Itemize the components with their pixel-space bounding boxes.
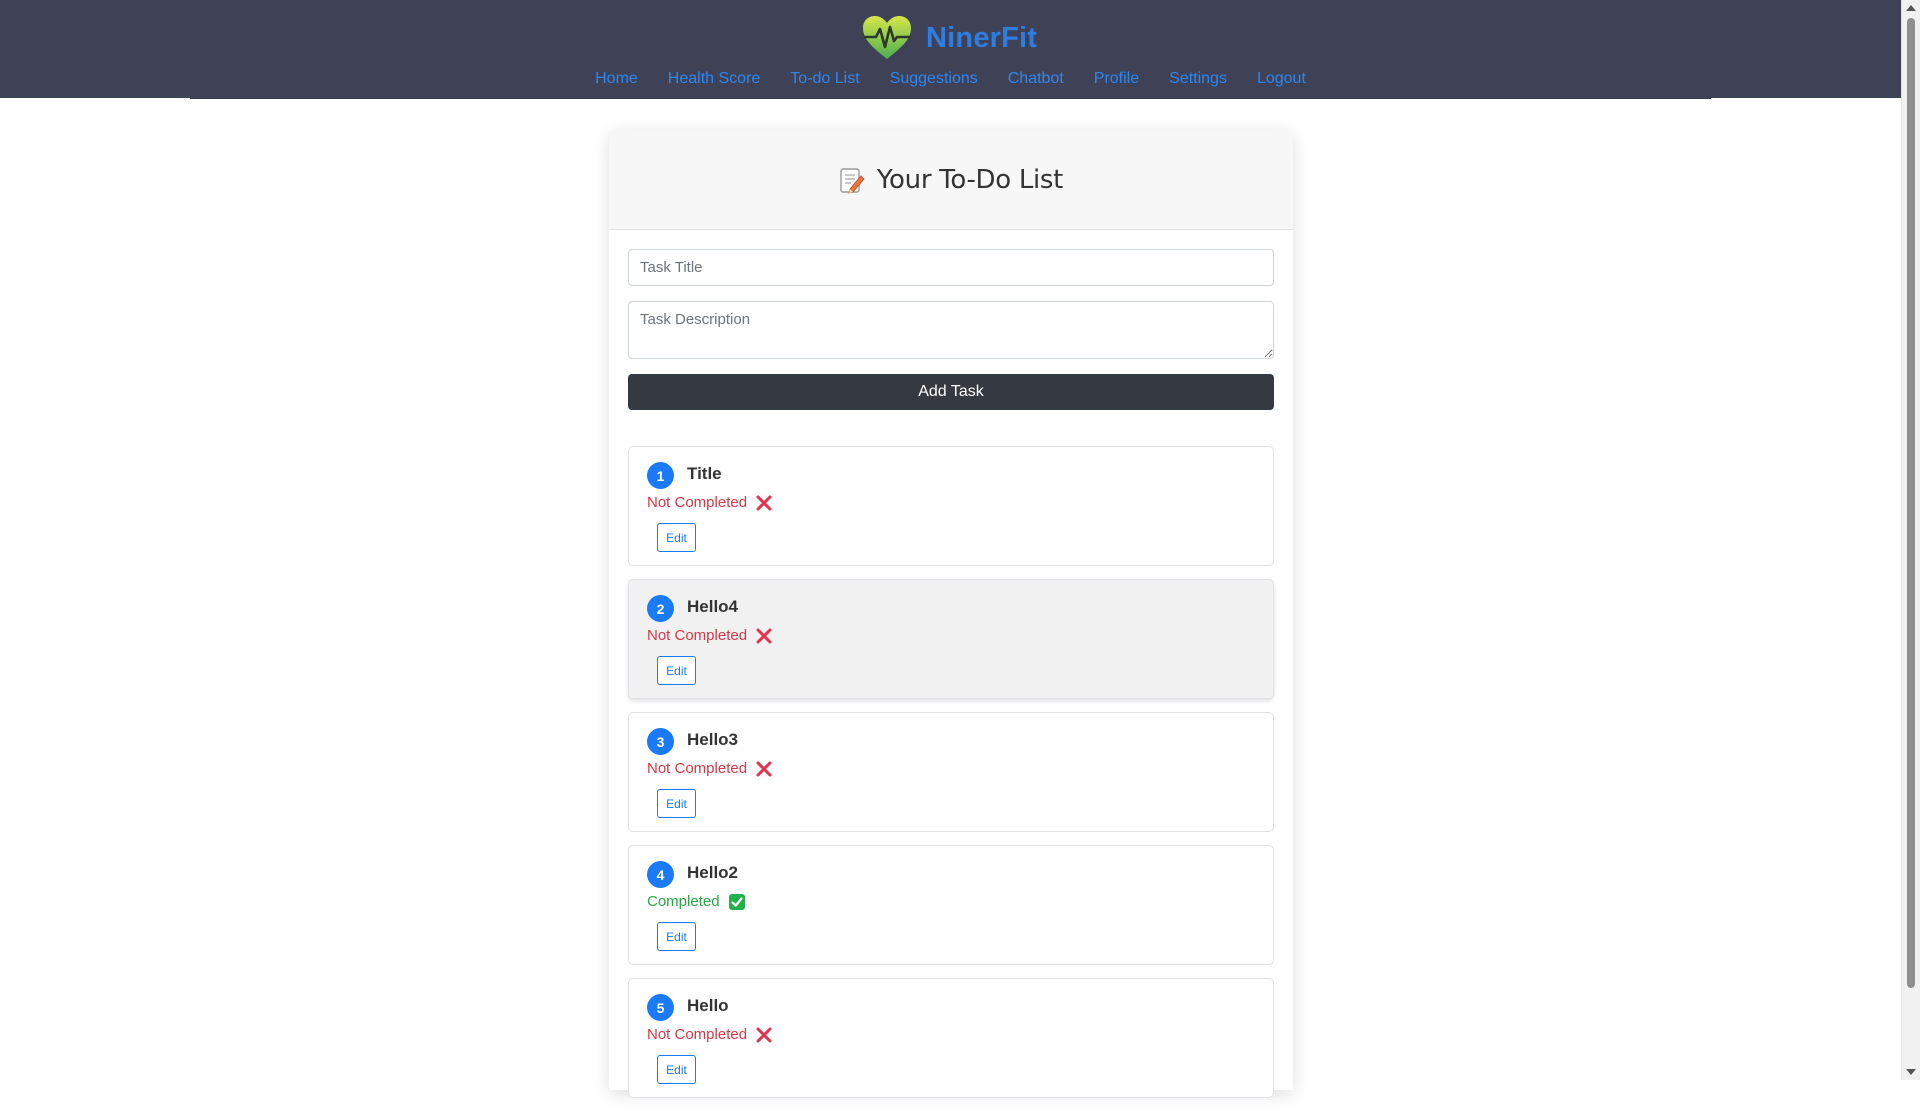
task-status: Not Completed — [647, 627, 772, 644]
cross-mark-icon — [756, 761, 772, 776]
task-status-label: Not Completed — [647, 627, 748, 644]
edit-task-button[interactable]: Edit — [657, 656, 696, 685]
task-item[interactable]: 5 Hello Not Completed Edit — [628, 978, 1274, 1098]
task-number-badge: 1 — [647, 462, 674, 489]
task-title-input[interactable] — [628, 249, 1274, 286]
scroll-down-arrow-icon[interactable] — [1906, 1069, 1916, 1075]
navbar-divider — [190, 98, 1711, 99]
task-title: Title — [687, 464, 722, 483]
task-number-badge: 5 — [647, 994, 674, 1021]
task-status: Not Completed — [647, 1026, 772, 1043]
page-title: Your To-Do List — [876, 164, 1064, 195]
nav-link-suggestions[interactable]: Suggestions — [890, 70, 978, 88]
task-status: Not Completed — [647, 494, 772, 511]
task-title: Hello2 — [687, 863, 739, 882]
scrollbar-thumb[interactable] — [1907, 18, 1915, 988]
scroll-up-arrow-icon[interactable] — [1906, 5, 1916, 11]
task-description-input[interactable] — [628, 301, 1274, 359]
cross-mark-icon — [756, 495, 772, 510]
add-task-button[interactable]: Add Task — [628, 374, 1274, 410]
task-item[interactable]: 2 Hello4 Not Completed Edit — [628, 579, 1274, 699]
card-header: Your To-Do List — [609, 130, 1293, 230]
task-title: Hello — [687, 996, 729, 1015]
brand[interactable]: NinerFit — [862, 14, 1037, 62]
nav-link-home[interactable]: Home — [595, 70, 638, 88]
task-status-label: Not Completed — [647, 1026, 748, 1043]
task-item[interactable]: 1 Title Not Completed Edit — [628, 446, 1274, 566]
nav-link-profile[interactable]: Profile — [1094, 70, 1139, 88]
task-title: Hello4 — [687, 597, 739, 616]
navbar: NinerFit Home Health Score To-do List Su… — [0, 0, 1901, 98]
nav-link-logout[interactable]: Logout — [1257, 70, 1306, 88]
cross-mark-icon — [756, 628, 772, 643]
heart-pulse-logo-icon — [863, 16, 911, 59]
task-list: 1 Title Not Completed Edit 2 Hello4 Not … — [628, 446, 1274, 1111]
edit-task-button[interactable]: Edit — [657, 789, 696, 818]
edit-task-button[interactable]: Edit — [657, 922, 696, 951]
task-number-badge: 3 — [647, 728, 674, 755]
task-status: Completed — [647, 893, 745, 910]
nav-links: Home Health Score To-do List Suggestions… — [0, 70, 1901, 88]
nav-link-settings[interactable]: Settings — [1169, 70, 1227, 88]
nav-link-todo-list[interactable]: To-do List — [790, 70, 859, 88]
task-number-badge: 2 — [647, 595, 674, 622]
task-title: Hello3 — [687, 730, 739, 749]
task-number-badge: 4 — [647, 861, 674, 888]
task-status-label: Not Completed — [647, 494, 748, 511]
todo-card: Your To-Do List Add Task 1 Title Not Com… — [609, 130, 1293, 1098]
task-status: Not Completed — [647, 760, 772, 777]
task-status-label: Not Completed — [647, 760, 748, 777]
brand-name: NinerFit — [926, 21, 1038, 54]
cross-mark-icon — [756, 1027, 772, 1042]
nav-link-health-score[interactable]: Health Score — [668, 70, 761, 88]
task-status-label: Completed — [647, 893, 720, 910]
add-task-form: Add Task — [628, 249, 1274, 410]
memo-icon — [840, 167, 865, 194]
task-item[interactable]: 3 Hello3 Not Completed Edit — [628, 712, 1274, 832]
edit-task-button[interactable]: Edit — [657, 523, 696, 552]
check-mark-icon — [728, 893, 745, 910]
page-scrollbar[interactable] — [1901, 0, 1920, 1080]
nav-link-chatbot[interactable]: Chatbot — [1008, 70, 1064, 88]
task-item[interactable]: 4 Hello2 Completed Edit — [628, 845, 1274, 965]
